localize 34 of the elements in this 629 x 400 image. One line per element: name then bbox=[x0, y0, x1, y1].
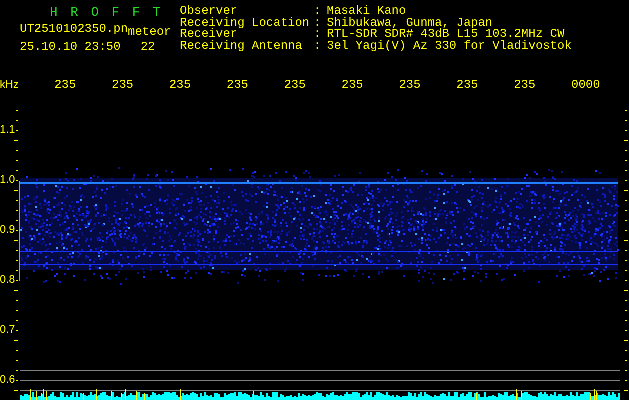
info-colon: : bbox=[314, 6, 322, 18]
info-colon: : bbox=[314, 18, 322, 29]
info-label: Receiving Antenna bbox=[180, 40, 304, 52]
time-tick-label: 235 bbox=[514, 80, 537, 92]
info-value: RTL-SDR SDR# 43dB L15 103.2MHz CW bbox=[327, 29, 565, 40]
time-tick-label: 235 bbox=[169, 80, 192, 92]
frequency-tick-label: 0.7 bbox=[0, 324, 16, 336]
frequency-tick-label: 0.6 bbox=[0, 374, 16, 386]
info-value: 3el Yagi(V) Az 330 for Vladivostok bbox=[327, 40, 572, 52]
time-tick-label: 235 bbox=[399, 80, 422, 92]
unit-label: kHz bbox=[0, 80, 20, 92]
time-tick-label: 235 bbox=[54, 80, 78, 92]
frequency-tick-label: 0.9 bbox=[0, 224, 16, 236]
frequency-tick-label: 0.8 bbox=[0, 274, 16, 286]
file-name: UT2510102350.pn bbox=[20, 24, 128, 36]
date-time: 25.10.10 23:50 bbox=[20, 42, 121, 53]
info-value: Masaki Kano bbox=[327, 6, 406, 18]
file-tag: meteor bbox=[128, 27, 172, 38]
time-tick-label: 0000 bbox=[572, 80, 602, 92]
info-colon: : bbox=[314, 29, 322, 40]
count-value: 22 bbox=[140, 42, 156, 53]
info-label: Observer bbox=[180, 6, 238, 18]
info-label: Receiver bbox=[180, 29, 238, 40]
info-label: Receiving Location bbox=[180, 18, 311, 29]
info-value: Shibukawa, Gunma, Japan bbox=[327, 18, 493, 29]
time-tick-label: 235 bbox=[226, 80, 250, 92]
time-tick-label: 235 bbox=[284, 80, 307, 92]
app-title: H R O F F T bbox=[50, 6, 164, 19]
time-tick-label: 235 bbox=[342, 80, 364, 92]
info-colon: : bbox=[314, 40, 322, 52]
time-tick-label: 235 bbox=[456, 80, 480, 92]
frequency-tick-label: 1.0 bbox=[0, 174, 16, 186]
frequency-tick-label: 1.1 bbox=[0, 124, 16, 136]
time-tick-label: 235 bbox=[112, 80, 135, 92]
